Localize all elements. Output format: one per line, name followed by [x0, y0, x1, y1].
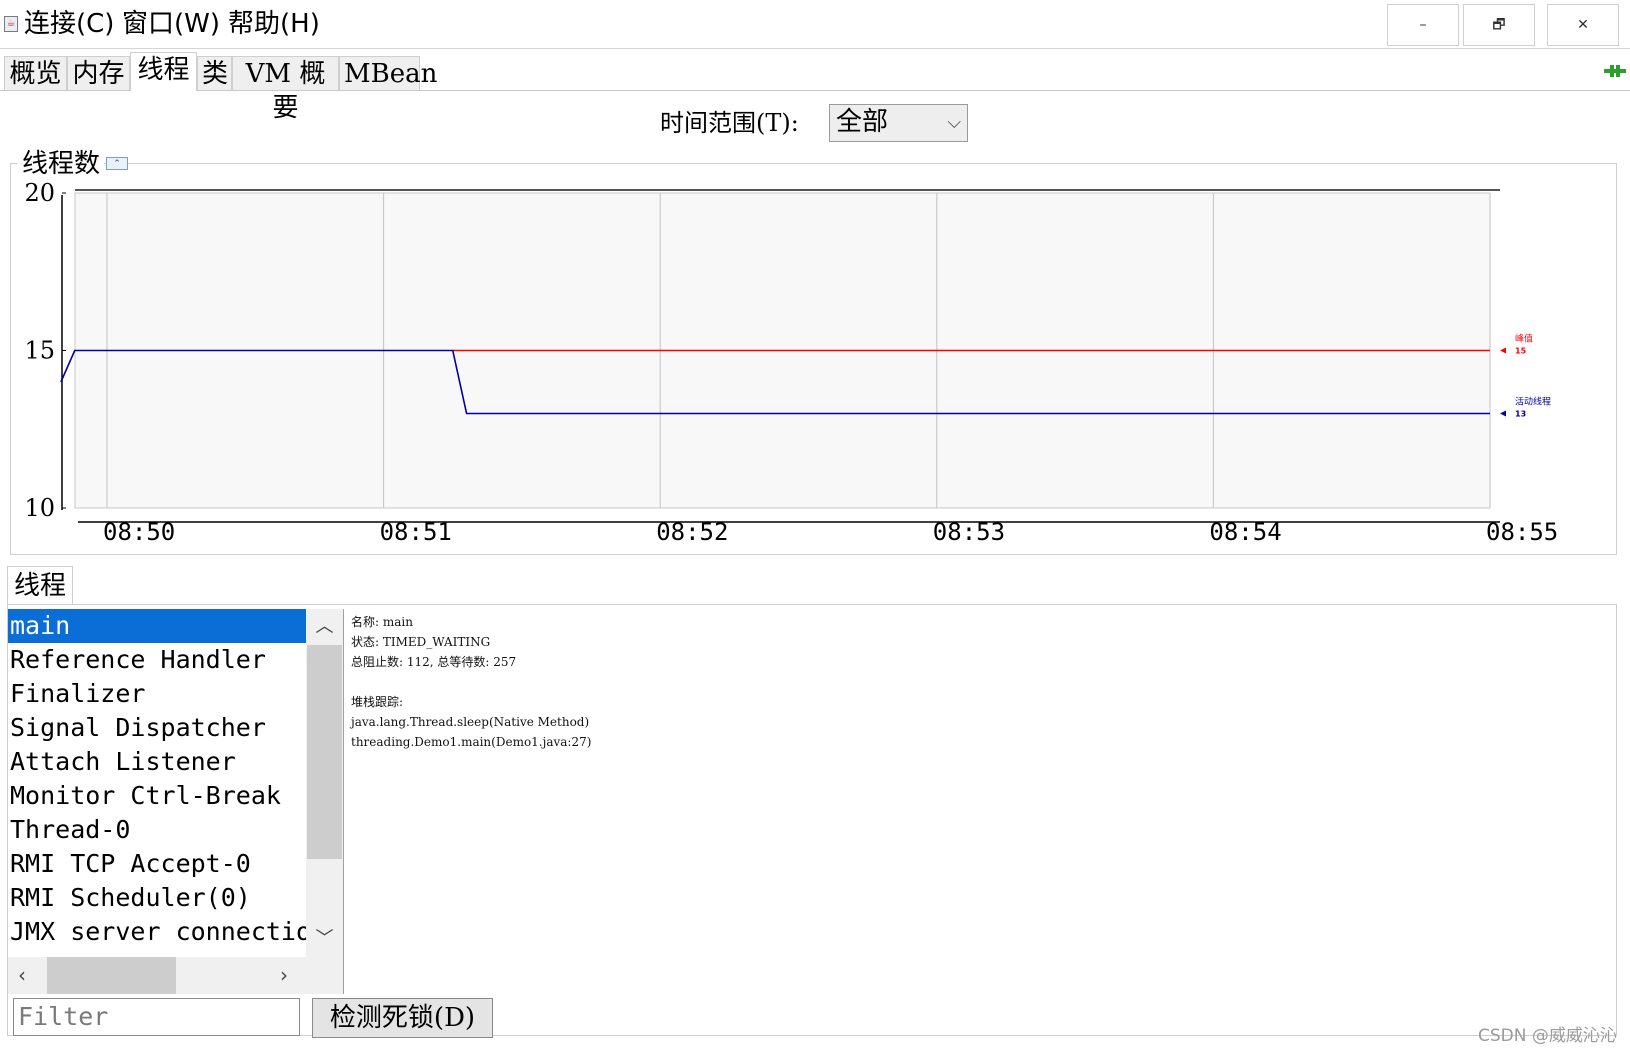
detail-line: 总阻止数: 112, 总等待数: 257 — [351, 655, 517, 669]
detect-deadlock-button[interactable]: 检测死锁(D) — [312, 998, 493, 1038]
thread-list-item[interactable]: RMI TCP Accept-0 — [8, 847, 306, 881]
detail-line: 堆栈跟踪: — [351, 695, 404, 709]
thread-list-item[interactable]: Reference Handler — [8, 643, 306, 677]
detail-line: java.lang.Thread.sleep(Native Method) — [351, 715, 590, 729]
y-tick-label: 10 — [24, 494, 55, 522]
horizontal-scroll-thumb[interactable] — [47, 957, 176, 994]
thread-list-item[interactable]: Signal Dispatcher — [8, 711, 306, 745]
x-tick-label: 08:55 — [1486, 518, 1558, 546]
thread-list-item[interactable]: Finalizer — [8, 677, 306, 711]
thread-list-item[interactable]: Thread-0 — [8, 813, 306, 847]
thread-list-item[interactable]: JMX server connection — [8, 915, 306, 949]
watermark: CSDN @威威沁沁 — [1478, 1026, 1617, 1046]
thread-list-item[interactable]: RMI Scheduler(0) — [8, 881, 306, 915]
scroll-right-icon[interactable]: › — [280, 957, 288, 993]
thread-list-item[interactable]: Monitor Ctrl-Break — [8, 779, 306, 813]
legend-series-name: 活动线程 — [1515, 396, 1551, 408]
x-tick-label: 08:50 — [103, 518, 175, 546]
legend-series-value: 13 — [1515, 410, 1526, 419]
x-tick-label: 08:54 — [1209, 518, 1281, 546]
x-tick-label: 08:53 — [933, 518, 1005, 546]
legend-series-name: 峰值 — [1515, 333, 1533, 345]
series-end-marker — [1500, 347, 1506, 354]
vertical-scroll-thumb[interactable] — [307, 645, 342, 859]
thread-count-chart: 20 15 10 08:50 08:51 08:52 08:53 08:54 08:55 峰值 15… — [24, 179, 1558, 546]
legend-series-value: 15 — [1515, 347, 1527, 356]
thread-list: main Reference Handler Finalizer Signal Dis… — [8, 609, 306, 957]
scroll-down-icon[interactable]: ﹀ — [306, 921, 343, 957]
x-tick-label: 08:51 — [380, 518, 452, 546]
filter-input[interactable]: Filter — [13, 998, 300, 1036]
thread-list-item[interactable]: Attach Listener — [8, 745, 306, 779]
thread-list-item[interactable]: main — [8, 609, 306, 643]
detail-line — [351, 672, 591, 692]
threads-section-tab[interactable]: 线程 — [7, 566, 73, 605]
thread-detail: 名称: main 状态: TIMED_WAITING 总阻止数: 112, 总等待数… — [351, 612, 591, 752]
x-tick-label: 08:52 — [656, 518, 728, 546]
detail-line: 状态: TIMED_WAITING — [351, 635, 491, 649]
y-tick-label: 20 — [24, 179, 55, 207]
detail-line: 名称: main — [351, 615, 413, 629]
y-tick-label: 15 — [24, 337, 55, 365]
scroll-left-icon[interactable]: ‹ — [18, 957, 26, 993]
scroll-up-icon[interactable]: ︿ — [306, 609, 343, 645]
detail-line: threading.Demo1.main(Demo1.java:27) — [351, 735, 592, 749]
split-pane-divider[interactable] — [343, 609, 349, 994]
series-end-marker — [1500, 410, 1506, 417]
